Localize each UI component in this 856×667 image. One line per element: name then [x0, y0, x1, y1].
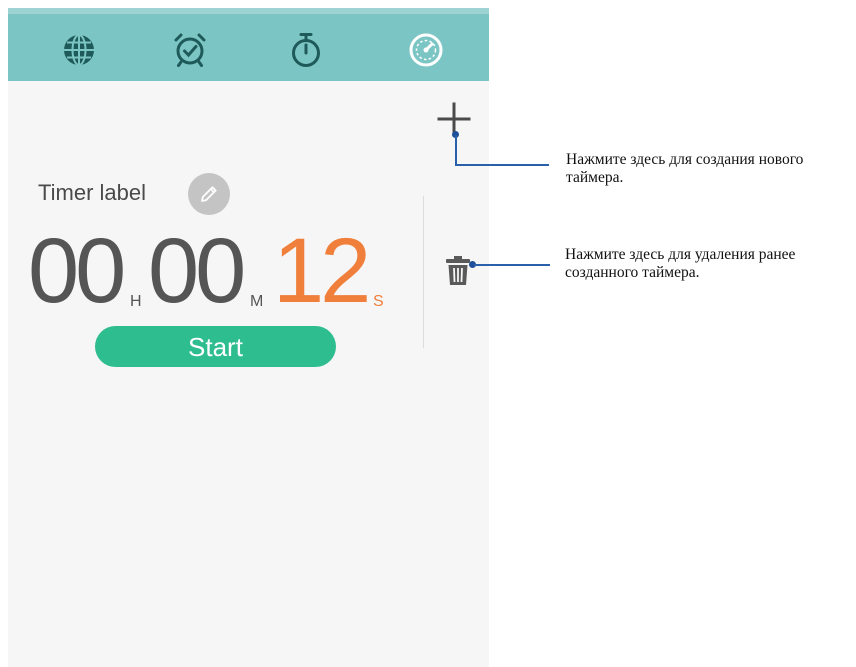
delete-callout-line: [474, 264, 550, 266]
status-bar: [8, 8, 489, 14]
tab-bar: [8, 8, 489, 81]
timer-label: Timer label: [38, 180, 146, 205]
globe-icon: [64, 34, 94, 66]
add-callout-line-1: Нажмите здесь для создания нового: [566, 151, 804, 168]
vertical-divider: [423, 196, 424, 348]
add-callout-text: Нажмите здесь для создания нового таймер…: [566, 151, 803, 187]
tab-alarm[interactable]: [170, 30, 210, 70]
delete-callout-line-2: созданного таймера.: [565, 264, 700, 281]
tab-world-clock[interactable]: [59, 30, 99, 70]
stopwatch-icon: [292, 33, 320, 67]
clock-app-screen: Timer label 00 H 00 M 12 S Start: [8, 8, 489, 667]
add-callout-line-2: таймера.: [566, 169, 624, 186]
add-callout-line-vertical: [455, 135, 457, 165]
pencil-icon: [201, 186, 217, 202]
start-button[interactable]: Start: [95, 326, 336, 367]
minutes-unit: M: [250, 293, 264, 310]
edit-label-button[interactable]: [188, 173, 230, 215]
alarm-clock-icon: [174, 33, 206, 67]
seconds-unit: S: [373, 293, 384, 310]
tab-stopwatch[interactable]: [286, 30, 326, 70]
minutes-value: 00: [148, 220, 246, 322]
timer-icon: [409, 33, 443, 67]
delete-callout-line-1: Нажмите здесь для удаления ранее: [565, 246, 796, 263]
hours-value: 00: [28, 220, 126, 322]
hours-unit: H: [130, 293, 142, 310]
delete-timer-button[interactable]: [443, 253, 473, 289]
delete-callout-text: Нажмите здесь для удаления ранее созданн…: [565, 246, 795, 282]
seconds-value: 12: [273, 220, 371, 322]
tab-timer[interactable]: [406, 30, 446, 70]
trash-icon: [446, 256, 470, 285]
add-callout-line-horizontal: [455, 164, 549, 166]
